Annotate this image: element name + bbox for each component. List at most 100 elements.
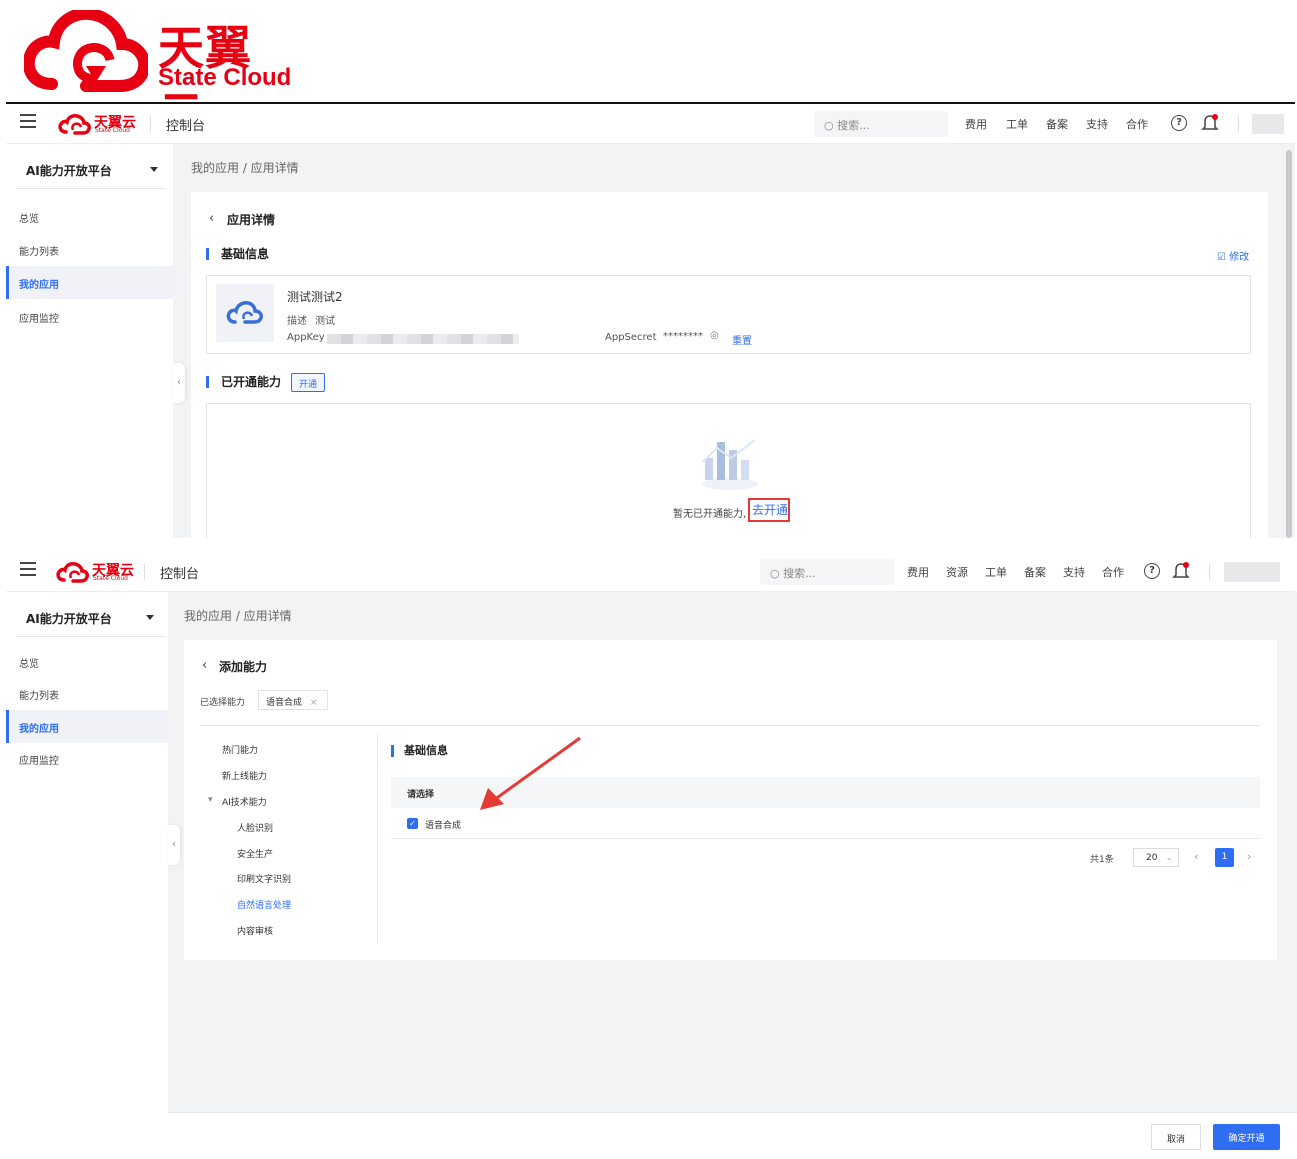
menu-icon[interactable] bbox=[20, 114, 36, 128]
checkbox-checked[interactable]: ✓ bbox=[407, 818, 418, 829]
section-title-enabled: 已开通能力 bbox=[206, 376, 281, 388]
go-open-link[interactable]: 去开通 bbox=[748, 498, 790, 522]
footer-bar: 取消 确定开通 bbox=[168, 1112, 1297, 1159]
sidebar-item-my-apps[interactable]: 我的应用 bbox=[6, 266, 173, 299]
app-info-box: 测试测试2 描述 测试 AppKey AppSecret ******** ◎ … bbox=[206, 275, 1251, 354]
open-button[interactable]: 开通 bbox=[291, 373, 325, 392]
eye-icon[interactable]: ◎ bbox=[710, 330, 719, 341]
nav-filing[interactable]: 备案 bbox=[1024, 564, 1046, 580]
section-title-basic: 基础信息 bbox=[391, 745, 448, 757]
sidebar-item-capabilities[interactable]: 能力列表 bbox=[6, 233, 173, 266]
prev-page-icon[interactable]: ‹ bbox=[1194, 850, 1198, 863]
chevron-down-icon: ⌄ bbox=[1165, 853, 1173, 863]
page-size-value: 20 bbox=[1146, 853, 1158, 863]
bell-icon[interactable] bbox=[1172, 561, 1190, 581]
selected-tag-label: 语音合成 bbox=[266, 698, 303, 708]
search-icon: ○ bbox=[770, 567, 784, 580]
nav-filing[interactable]: 备案 bbox=[1046, 116, 1068, 132]
bell-icon[interactable] bbox=[1201, 113, 1219, 133]
tree-item-moderation[interactable]: 内容审核 bbox=[237, 924, 273, 937]
tree-item-nlp[interactable]: 自然语言处理 bbox=[237, 898, 291, 911]
desc-label: 描述 bbox=[287, 316, 307, 327]
desc-value: 测试 bbox=[315, 316, 335, 327]
breadcrumb: 我的应用 / 应用详情 bbox=[184, 609, 292, 623]
sidebar-item-overview[interactable]: 总览 bbox=[6, 200, 173, 233]
empty-text: 暂无已开通能力, bbox=[673, 509, 747, 520]
collapse-sidebar-button[interactable]: ‹ bbox=[168, 825, 180, 865]
console-link[interactable]: 控制台 bbox=[160, 563, 199, 582]
console-link[interactable]: 控制台 bbox=[166, 115, 205, 134]
sidebar-title: AI能力开放平台 bbox=[26, 612, 112, 626]
mini-logo[interactable]: 天翼云 State Cloud bbox=[58, 113, 138, 135]
tree-item-safety[interactable]: 安全生产 bbox=[237, 847, 273, 860]
empty-state-box: 暂无已开通能力, 去开通 bbox=[206, 403, 1251, 538]
search-placeholder: 搜索... bbox=[837, 119, 870, 132]
sidebar: AI能力开放平台 总览 能力列表 我的应用 应用监控 bbox=[6, 144, 173, 538]
appkey-value-masked bbox=[327, 334, 519, 344]
page-1-button[interactable]: 1 bbox=[1215, 848, 1234, 867]
chevron-down-icon[interactable] bbox=[150, 167, 158, 172]
help-icon[interactable]: ? bbox=[1171, 115, 1187, 131]
next-page-icon[interactable]: › bbox=[1247, 850, 1251, 863]
edit-button[interactable]: ☑ 修改 bbox=[1217, 248, 1249, 263]
sidebar-item-overview[interactable]: 总览 bbox=[6, 645, 168, 678]
mini-logo[interactable]: 天翼云 State Cloud bbox=[56, 561, 136, 583]
sidebar-item-monitor[interactable]: 应用监控 bbox=[6, 742, 168, 775]
collapse-sidebar-button[interactable]: ‹ bbox=[173, 363, 185, 403]
nav-ticket[interactable]: 工单 bbox=[1006, 116, 1028, 132]
breadcrumb: 我的应用 / 应用详情 bbox=[191, 161, 299, 175]
nav-fee[interactable]: 费用 bbox=[907, 564, 929, 580]
nav-cooperation[interactable]: 合作 bbox=[1126, 116, 1148, 132]
avatar[interactable] bbox=[1224, 562, 1280, 582]
page-size-select[interactable]: 20 ⌄ bbox=[1133, 848, 1179, 867]
search-placeholder: 搜索... bbox=[783, 567, 816, 580]
annotation-arrow-icon bbox=[480, 736, 581, 810]
divider bbox=[1209, 564, 1210, 580]
search-input[interactable]: ○ 搜索... bbox=[760, 559, 894, 585]
divider bbox=[16, 636, 166, 637]
cloud-icon bbox=[226, 301, 263, 324]
divider bbox=[1238, 116, 1239, 132]
selected-tag: 语音合成 × bbox=[258, 690, 328, 710]
tree-item-new[interactable]: 新上线能力 bbox=[222, 769, 267, 782]
edit-label: 修改 bbox=[1229, 252, 1250, 263]
divider bbox=[377, 734, 378, 944]
scrollbar[interactable] bbox=[1286, 150, 1292, 538]
back-icon[interactable]: ‹ bbox=[209, 211, 214, 226]
nav-cooperation[interactable]: 合作 bbox=[1102, 564, 1124, 580]
sidebar-item-monitor[interactable]: 应用监控 bbox=[6, 300, 173, 333]
confirm-open-button[interactable]: 确定开通 bbox=[1213, 1124, 1280, 1150]
chevron-down-icon[interactable] bbox=[146, 615, 154, 620]
nav-ticket[interactable]: 工单 bbox=[985, 564, 1007, 580]
page-title: 添加能力 bbox=[219, 660, 268, 674]
close-icon[interactable]: × bbox=[310, 698, 318, 708]
cloud-logo-icon bbox=[24, 10, 148, 92]
cloud-logo-icon bbox=[56, 562, 89, 583]
sidebar: AI能力开放平台 总览 能力列表 我的应用 应用监控 bbox=[6, 592, 168, 1159]
brand-name-en: State Cloud bbox=[158, 64, 292, 91]
tree-item-face[interactable]: 人脸识别 bbox=[237, 821, 273, 834]
reset-button[interactable]: 重置 bbox=[732, 332, 752, 347]
search-icon: ○ bbox=[824, 119, 838, 132]
search-input[interactable]: ○ 搜索... bbox=[814, 111, 948, 137]
help-icon[interactable]: ? bbox=[1144, 563, 1160, 579]
cancel-button[interactable]: 取消 bbox=[1151, 1124, 1201, 1150]
nav-support[interactable]: 支持 bbox=[1086, 116, 1108, 132]
go-open-label: 去开通 bbox=[752, 503, 789, 517]
nav-resource[interactable]: 资源 bbox=[946, 564, 968, 580]
appsecret-label: AppSecret bbox=[605, 332, 657, 343]
sidebar-item-my-apps[interactable]: 我的应用 bbox=[6, 710, 168, 743]
appkey-label: AppKey bbox=[287, 332, 325, 343]
nav-fee[interactable]: 费用 bbox=[965, 116, 987, 132]
back-icon[interactable]: ‹ bbox=[202, 658, 207, 673]
table-header-label: 请选择 bbox=[407, 790, 435, 800]
tree-item-ai-group[interactable]: AI技术能力 bbox=[222, 795, 267, 808]
top-navbar: 天翼云 State Cloud 控制台 ○ 搜索... 费用 工单 备案 支持 … bbox=[6, 104, 1295, 144]
tree-item-hot[interactable]: 热门能力 bbox=[222, 743, 258, 756]
menu-icon[interactable] bbox=[20, 562, 36, 576]
nav-support[interactable]: 支持 bbox=[1063, 564, 1085, 580]
caret-down-icon[interactable]: ▾ bbox=[208, 795, 213, 805]
avatar[interactable] bbox=[1252, 114, 1284, 134]
sidebar-item-capabilities[interactable]: 能力列表 bbox=[6, 677, 168, 710]
tree-item-ocr[interactable]: 印刷文字识别 bbox=[237, 872, 291, 885]
